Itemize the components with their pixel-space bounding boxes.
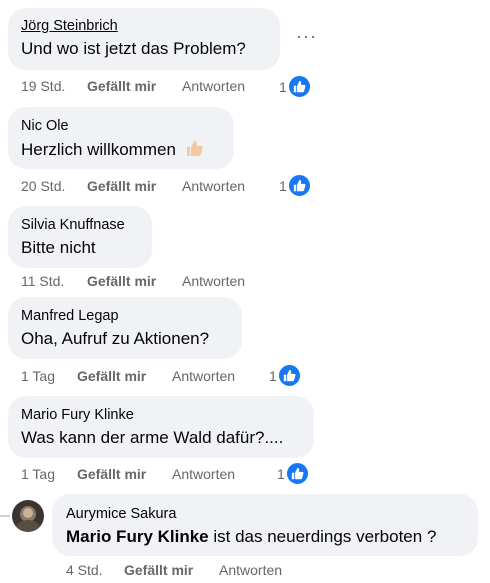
reply-button[interactable]: Antworten [182,178,245,194]
comment-text-content: ist das neuerdings verboten ? [208,527,437,546]
reply-button[interactable]: Antworten [182,273,245,289]
comment-time[interactable]: 19 Std. [21,78,65,94]
comment-author[interactable]: Manfred Legap [21,308,119,324]
comment-time[interactable]: 1 Tag [21,466,55,482]
reply-button[interactable]: Antworten [219,562,282,578]
comment-time[interactable]: 20 Std. [21,178,65,194]
avatar[interactable] [12,500,44,532]
comment-text: Und wo ist jetzt das Problem? [21,39,246,58]
thumbs-up-icon [285,462,309,485]
like-button[interactable]: Gefällt mir [124,562,193,578]
like-button[interactable]: Gefällt mir [77,466,146,482]
comment-bubble [8,206,152,268]
thread-connector [0,515,10,517]
thumbs-up-icon [287,174,311,197]
thumbs-up-icon [277,364,301,387]
reaction-summary[interactable]: 1 [279,75,311,98]
reaction-count: 1 [279,177,287,194]
comment-bubble [8,297,242,359]
reaction-summary[interactable]: 1 [269,364,301,387]
reply-button[interactable]: Antworten [172,368,235,384]
comment-text-content: Herzlich willkommen [21,140,176,159]
thumbs-up-emoji [185,139,205,157]
comment-time[interactable]: 1 Tag [21,368,55,384]
reaction-count: 1 [269,367,277,384]
mention-link[interactable]: Mario Fury Klinke [66,527,209,546]
comment-time[interactable]: 4 Std. [66,562,103,578]
comment-text: Herzlich willkommen [21,139,205,160]
comment-text: Oha, Aufruf zu Aktionen? [21,329,210,348]
like-button[interactable]: Gefällt mir [87,178,156,194]
comment-author[interactable]: Jörg Steinbrich [21,18,118,34]
comment-author[interactable]: Nic Ole [21,118,69,134]
reaction-summary[interactable]: 1 [279,174,311,197]
thumbs-up-icon [287,75,311,98]
reply-button[interactable]: Antworten [182,78,245,94]
comment-time[interactable]: 11 Std. [21,273,64,289]
like-button[interactable]: Gefällt mir [77,368,146,384]
reaction-summary[interactable]: 1 [277,462,309,485]
reaction-count: 1 [277,465,285,482]
comment-author[interactable]: Aurymice Sakura [66,506,176,522]
comment-bubble [8,396,314,458]
comment-text: Mario Fury Klinke ist das neuerdings ver… [66,527,436,547]
reply-button[interactable]: Antworten [172,466,235,482]
reaction-count: 1 [279,78,287,95]
like-button[interactable]: Gefällt mir [87,273,156,289]
comment-author[interactable]: Silvia Knuffnase [21,217,125,233]
comment-text: Bitte nicht [21,238,96,257]
comment-text: Was kann der arme Wald dafür?.... [21,428,284,447]
like-button[interactable]: Gefällt mir [87,78,156,94]
comment-author[interactable]: Mario Fury Klinke [21,407,134,423]
more-dots-icon[interactable]: ··· [296,26,317,47]
